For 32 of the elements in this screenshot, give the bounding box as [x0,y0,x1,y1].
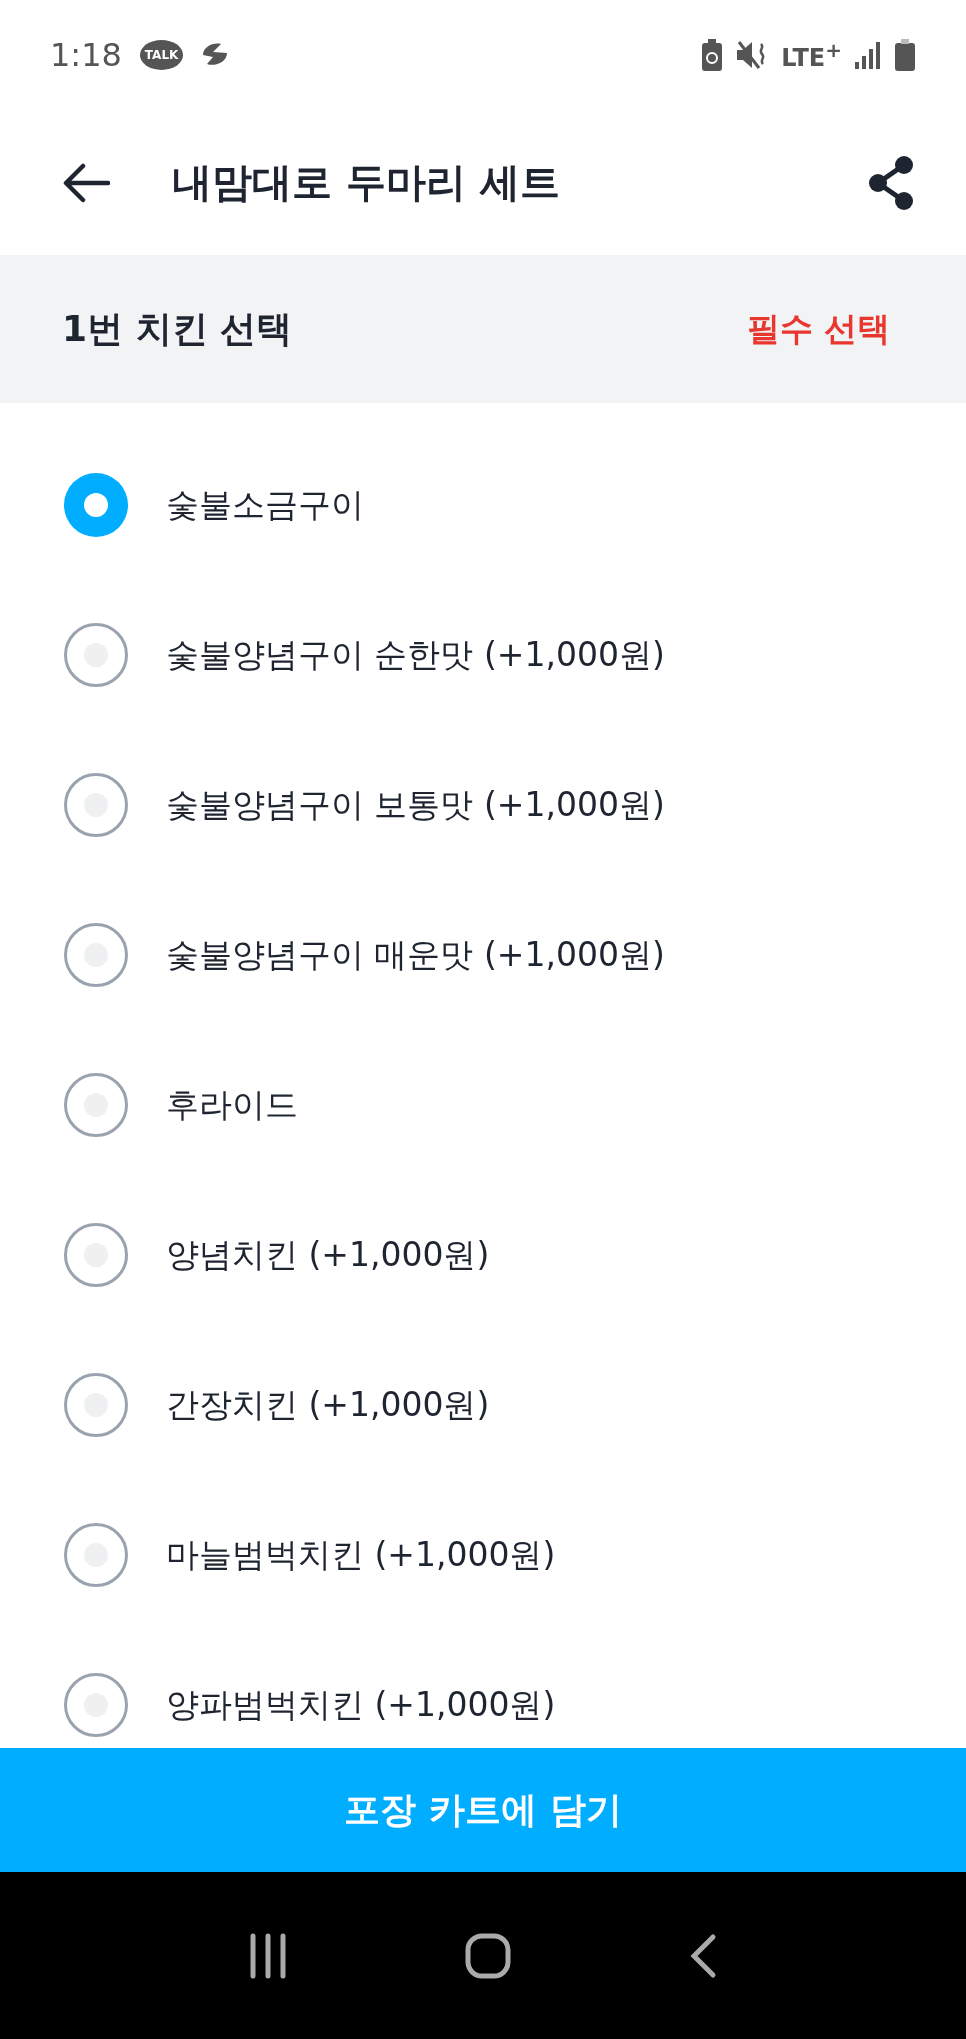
radio-button[interactable] [64,773,128,837]
option-label: 양파범벅치킨 (+1,000원) [166,1683,556,1726]
option-label: 숯불양념구이 순한맛 (+1,000원) [166,633,665,676]
network-type: LTE$^{+}$ [781,38,842,72]
recent-apps-icon[interactable] [248,1932,288,1979]
radio-button[interactable] [64,923,128,987]
required-label: 필수 선택 [746,307,890,350]
option-label: 양념치킨 (+1,000원) [166,1233,490,1276]
radio-button[interactable] [64,1073,128,1137]
radio-button[interactable] [64,1673,128,1737]
signal-icon [854,40,882,70]
add-to-cart-button[interactable]: 포장 카트에 담기 [0,1748,966,1872]
option-label: 숯불양념구이 보통맛 (+1,000원) [166,783,665,826]
radio-button[interactable] [64,1523,128,1587]
option-label: 간장치킨 (+1,000원) [166,1383,490,1426]
option-label: 숯불양념구이 매운맛 (+1,000원) [166,933,665,976]
home-icon[interactable] [464,1931,512,1980]
back-icon[interactable] [688,1932,718,1979]
page-title: 내맘대로 두마리 세트 [172,158,561,207]
status-time: 1:18 [50,36,122,74]
radio-button[interactable] [64,1223,128,1287]
option-label: 마늘범벅치킨 (+1,000원) [166,1533,556,1576]
battery-saver-icon [701,38,724,72]
radio-button[interactable] [64,1373,128,1437]
option-label: 후라이드 [166,1083,298,1126]
battery-icon [894,38,916,72]
chat-notification-icon: TALK [139,40,184,70]
back-arrow-icon[interactable] [62,162,110,203]
share-icon[interactable] [866,154,916,211]
radio-button[interactable] [64,623,128,687]
section-title: 1번 치킨 선택 [62,306,293,351]
option-label: 숯불소금구이 [166,483,364,526]
